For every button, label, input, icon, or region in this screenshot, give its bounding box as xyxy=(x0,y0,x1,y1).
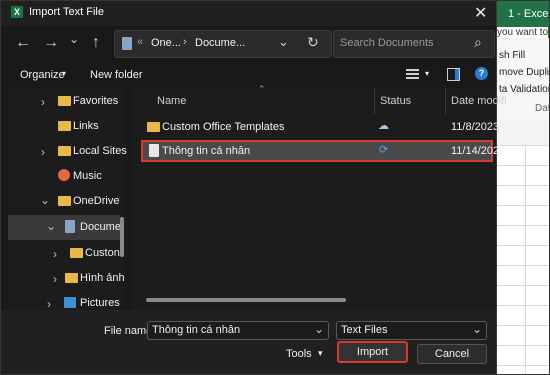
back-arrow-icon[interactable]: ← xyxy=(15,34,31,52)
address-chevron-down-icon[interactable]: ⌄ xyxy=(278,34,289,50)
folder-icon xyxy=(65,273,78,283)
chevron-right-icon[interactable]: › xyxy=(47,297,51,311)
close-icon[interactable]: ✕ xyxy=(474,3,487,23)
folder-icon xyxy=(70,248,83,258)
recent-locations-chevron-icon[interactable]: ⌄ xyxy=(69,32,79,46)
text-file-icon xyxy=(149,144,159,157)
ribbon-group-label: Dat xyxy=(535,103,550,114)
up-arrow-icon[interactable]: ↑ xyxy=(92,34,100,52)
excel-app-icon: X xyxy=(11,6,23,18)
sidebar-item-local-sites[interactable]: › Local Sites xyxy=(0,143,127,160)
sidebar-item-label: OneDrive xyxy=(73,195,120,207)
dialog-footer xyxy=(0,310,496,375)
excel-grid[interactable] xyxy=(495,145,550,375)
sidebar-item-label: Music xyxy=(73,170,102,182)
folder-icon xyxy=(58,196,71,206)
pictures-icon xyxy=(64,297,76,308)
sidebar-item-label: Favorites xyxy=(73,95,119,107)
file-type-select[interactable]: Text Files ⌄ xyxy=(336,321,487,340)
cancel-button[interactable]: Cancel xyxy=(417,344,487,364)
ribbon-remove-duplicates[interactable]: move Dupli xyxy=(499,67,549,78)
address-bar[interactable]: « One... › Docume... ⌄ ↻ xyxy=(114,30,332,58)
navigation-scrollbar[interactable] xyxy=(120,217,124,257)
column-header-date-modified[interactable]: Date modifi xyxy=(451,95,507,107)
document-folder-icon xyxy=(65,220,75,233)
import-text-file-dialog: X Import Text File ✕ ← → ⌄ ↑ « One... › … xyxy=(0,0,507,375)
document-folder-icon xyxy=(122,37,132,50)
folder-icon xyxy=(147,122,160,132)
ribbon-data-validation[interactable]: ta Validation xyxy=(499,84,550,95)
sidebar-item-label: Links xyxy=(73,120,99,132)
preview-pane-icon[interactable] xyxy=(447,68,460,81)
folder-icon xyxy=(58,146,71,156)
import-button[interactable]: Import xyxy=(337,341,408,363)
address-overflow[interactable]: « xyxy=(137,36,143,48)
excel-window-title: 1 - Excel xyxy=(508,8,550,20)
chevron-down-icon[interactable]: ⌄ xyxy=(472,322,482,336)
chevron-down-icon[interactable]: ⌄ xyxy=(314,322,324,336)
horizontal-scrollbar[interactable] xyxy=(146,298,346,302)
sidebar-item-label: Docume xyxy=(80,221,121,233)
address-separator-icon: › xyxy=(183,36,187,48)
sidebar-item-label: Local Sites xyxy=(73,145,127,157)
sort-indicator-icon: ⌃ xyxy=(258,84,266,94)
search-box[interactable]: Search Documents ⌕ xyxy=(333,30,495,58)
organize-button[interactable]: Organize xyxy=(20,69,65,81)
help-icon[interactable]: ? xyxy=(475,67,488,80)
refresh-icon[interactable]: ↻ xyxy=(307,34,319,51)
file-name-field[interactable]: Thông tin cá nhân ⌄ xyxy=(147,321,329,340)
file-name: Thông tin cá nhân xyxy=(162,145,251,157)
chevron-right-icon[interactable]: › xyxy=(41,95,45,109)
file-name: Custom Office Templates xyxy=(162,121,285,133)
search-input[interactable]: Search Documents xyxy=(340,37,434,49)
sidebar-item-hinh-anh[interactable]: › Hình ảnh xyxy=(0,270,125,287)
column-header-name[interactable]: Name xyxy=(157,95,186,107)
sidebar-item-music[interactable]: Music xyxy=(0,168,125,185)
sidebar-item-custom-templates[interactable]: › Custon xyxy=(0,245,120,262)
sidebar-item-label: Custon xyxy=(85,247,120,259)
address-segment-onedrive[interactable]: One... xyxy=(151,37,181,49)
column-divider[interactable] xyxy=(374,88,375,114)
sidebar-item-documents[interactable]: ⌄ Docume xyxy=(0,219,121,236)
excel-tell-me-text[interactable]: you want to xyxy=(497,27,549,38)
sidebar-item-label: Hình ảnh xyxy=(80,272,125,284)
ribbon-flash-fill[interactable]: sh Fill xyxy=(499,50,525,61)
tools-caret-icon[interactable]: ▾ xyxy=(318,348,323,359)
sidebar-item-onedrive[interactable]: ⌄ OneDrive xyxy=(0,193,125,210)
chevron-down-icon[interactable]: ⌄ xyxy=(40,193,50,207)
sync-status-icon: ⟳ xyxy=(379,144,389,156)
cloud-status-icon: ☁ xyxy=(378,120,389,132)
column-divider[interactable] xyxy=(445,88,446,114)
sidebar-item-links[interactable]: Links xyxy=(0,118,125,135)
chevron-right-icon[interactable]: › xyxy=(41,145,45,159)
file-date: 11/8/2023 xyxy=(451,121,500,133)
view-options-icon[interactable] xyxy=(406,69,419,80)
column-header-status[interactable]: Status xyxy=(380,95,411,107)
chevron-down-icon[interactable]: ⌄ xyxy=(46,219,56,233)
sidebar-item-label: Pictures xyxy=(80,297,120,309)
chevron-right-icon[interactable]: › xyxy=(53,247,57,261)
sidebar-item-favorites[interactable]: › Favorites xyxy=(0,93,125,110)
music-icon xyxy=(58,169,70,181)
dialog-title: Import Text File xyxy=(29,6,104,18)
chevron-right-icon[interactable]: › xyxy=(53,272,57,286)
forward-arrow-icon[interactable]: → xyxy=(43,34,59,52)
file-row-selected[interactable]: Thông tin cá nhân ⟳ 11/14/2023 xyxy=(141,140,505,162)
folder-icon xyxy=(58,121,71,131)
address-segment-documents[interactable]: Docume... xyxy=(195,37,245,49)
organize-caret-icon[interactable]: ▾ xyxy=(62,69,66,78)
file-row[interactable]: Custom Office Templates ☁ 11/8/2023 xyxy=(141,117,499,137)
file-date: 11/14/2023 xyxy=(451,145,506,157)
excel-ribbon: sh Fill move Dupli ta Validation Dat xyxy=(495,40,550,120)
file-type-value: Text Files xyxy=(341,324,388,336)
file-name-input[interactable]: Thông tin cá nhân xyxy=(152,324,240,336)
folder-icon xyxy=(58,96,71,106)
search-icon[interactable]: ⌕ xyxy=(474,34,482,51)
view-caret-icon[interactable]: ▾ xyxy=(425,69,429,78)
new-folder-button[interactable]: New folder xyxy=(90,69,143,81)
tools-button[interactable]: Tools xyxy=(286,348,312,360)
